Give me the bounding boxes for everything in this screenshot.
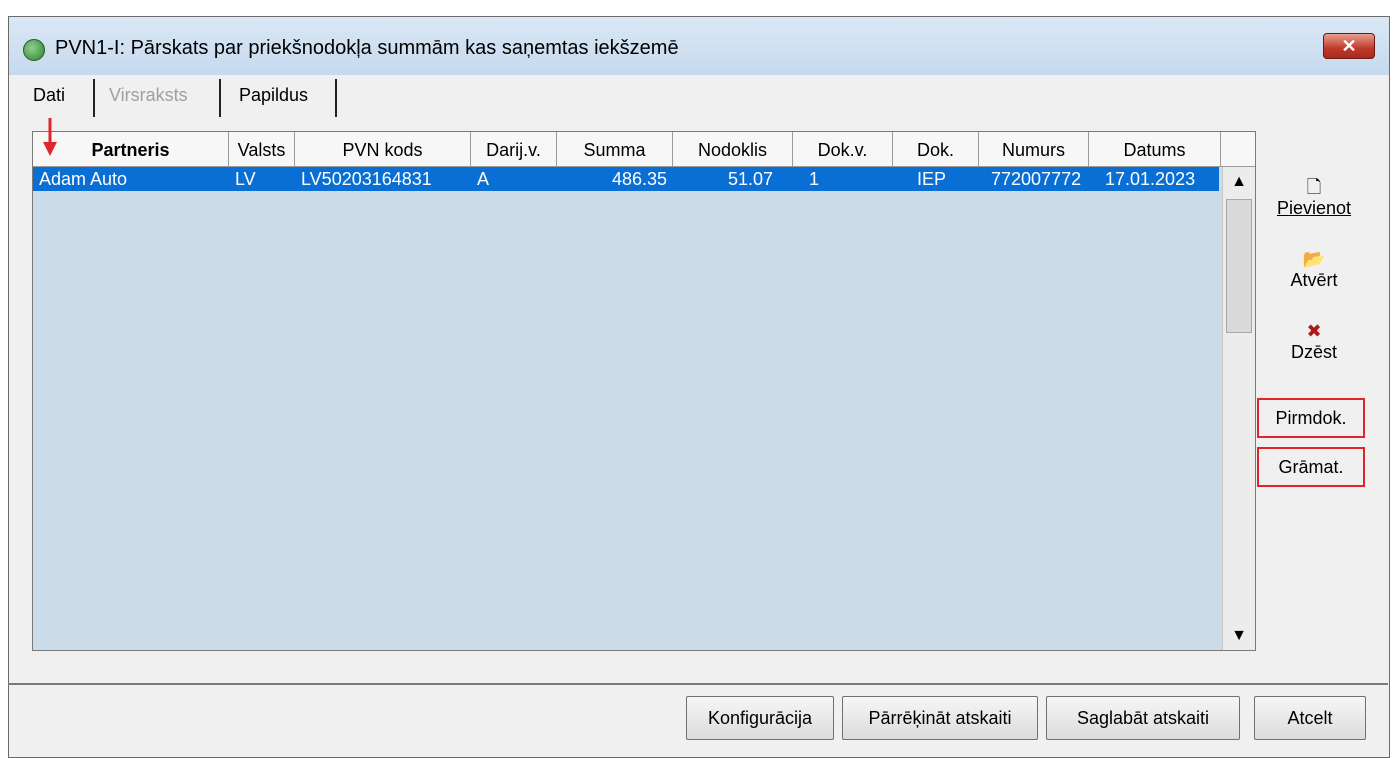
scroll-up-button[interactable]: ▲ bbox=[1223, 167, 1255, 197]
tab-dati[interactable]: Dati bbox=[23, 75, 76, 119]
column-header-pvn-kods[interactable]: PVN kods bbox=[295, 132, 471, 166]
close-button[interactable]: ✕ bbox=[1323, 33, 1375, 59]
column-header-datums[interactable]: Datums bbox=[1089, 132, 1221, 166]
configuration-label: Konfigurācija bbox=[707, 708, 813, 728]
column-header-nodoklis[interactable]: Nodoklis bbox=[673, 132, 793, 166]
cancel-label: Atcelt bbox=[1287, 708, 1333, 728]
table-row[interactable]: Adam Auto LV LV50203164831 A 486.35 51.0… bbox=[33, 167, 1219, 191]
cell-numurs: 772007772 bbox=[991, 169, 1082, 189]
cell-summa: 486.35 bbox=[611, 169, 667, 189]
tab-divider bbox=[335, 79, 337, 117]
column-header-summa[interactable]: Summa bbox=[557, 132, 673, 166]
delete-label: Dzēst bbox=[1290, 342, 1337, 362]
ledger-button[interactable]: Grāmat. bbox=[1257, 447, 1365, 487]
recalculate-report-button[interactable]: Pārrēķināt atskaiti bbox=[842, 696, 1038, 740]
app-icon bbox=[23, 39, 45, 61]
grid-header: Partneris Valsts PVN kods Darij.v. Summa… bbox=[33, 132, 1255, 167]
column-header-dok[interactable]: Dok. bbox=[893, 132, 979, 166]
title-bar: PVN1-I: Pārskats par priekšnodokļa summā… bbox=[9, 17, 1389, 75]
cell-dok-v: 1 bbox=[809, 169, 820, 189]
column-header-darij-v[interactable]: Darij.v. bbox=[471, 132, 557, 166]
add-label: Pievienot bbox=[1276, 198, 1352, 218]
scroll-thumb[interactable] bbox=[1226, 199, 1252, 333]
sort-arrow-icon bbox=[43, 118, 57, 156]
cell-pvn-kods: LV50203164831 bbox=[301, 169, 432, 189]
open-label: Atvērt bbox=[1290, 270, 1338, 290]
window-title: PVN1-I: Pārskats par priekšnodokļa summā… bbox=[55, 37, 679, 59]
column-header-numurs[interactable]: Numurs bbox=[979, 132, 1089, 166]
source-document-button[interactable]: Pirmdok. bbox=[1257, 398, 1365, 438]
vertical-scrollbar[interactable]: ▲ ▼ bbox=[1222, 167, 1255, 650]
delete-button[interactable]: ✖ Dzēst bbox=[1254, 320, 1374, 363]
configuration-button[interactable]: Konfigurācija bbox=[686, 696, 834, 740]
tab-divider bbox=[93, 79, 95, 117]
recalculate-label: Pārrēķināt atskaiti bbox=[868, 708, 1012, 728]
new-document-icon: 🗋 bbox=[1306, 177, 1322, 197]
cancel-button[interactable]: Atcelt bbox=[1254, 696, 1366, 740]
cell-dok: IEP bbox=[917, 169, 947, 189]
delete-x-icon: ✖ bbox=[1306, 321, 1322, 341]
open-button[interactable]: 📂 Atvērt bbox=[1254, 248, 1374, 291]
cell-valsts: LV bbox=[235, 169, 256, 189]
footer-divider bbox=[8, 683, 1388, 685]
data-grid[interactable]: Partneris Valsts PVN kods Darij.v. Summa… bbox=[32, 131, 1256, 651]
scroll-down-button[interactable]: ▼ bbox=[1223, 621, 1255, 650]
save-label: Saglabāt atskaiti bbox=[1076, 708, 1210, 728]
tab-divider bbox=[219, 79, 221, 117]
add-button[interactable]: 🗋 Pievienot bbox=[1254, 176, 1374, 219]
tab-papildus[interactable]: Papildus bbox=[229, 75, 318, 119]
tab-virsraksts[interactable]: Virsraksts bbox=[99, 75, 198, 119]
column-header-partneris[interactable]: Partneris bbox=[33, 132, 229, 166]
cell-darij-v: A bbox=[477, 169, 490, 189]
column-header-valsts[interactable]: Valsts bbox=[229, 132, 295, 166]
column-header-spacer bbox=[1221, 132, 1255, 166]
column-header-dok-v[interactable]: Dok.v. bbox=[793, 132, 893, 166]
cell-partneris: Adam Auto bbox=[39, 169, 128, 189]
cell-nodoklis: 51.07 bbox=[727, 169, 773, 189]
save-report-button[interactable]: Saglabāt atskaiti bbox=[1046, 696, 1240, 740]
cell-datums: 17.01.2023 bbox=[1105, 169, 1196, 189]
folder-open-icon: 📂 bbox=[1302, 249, 1326, 269]
